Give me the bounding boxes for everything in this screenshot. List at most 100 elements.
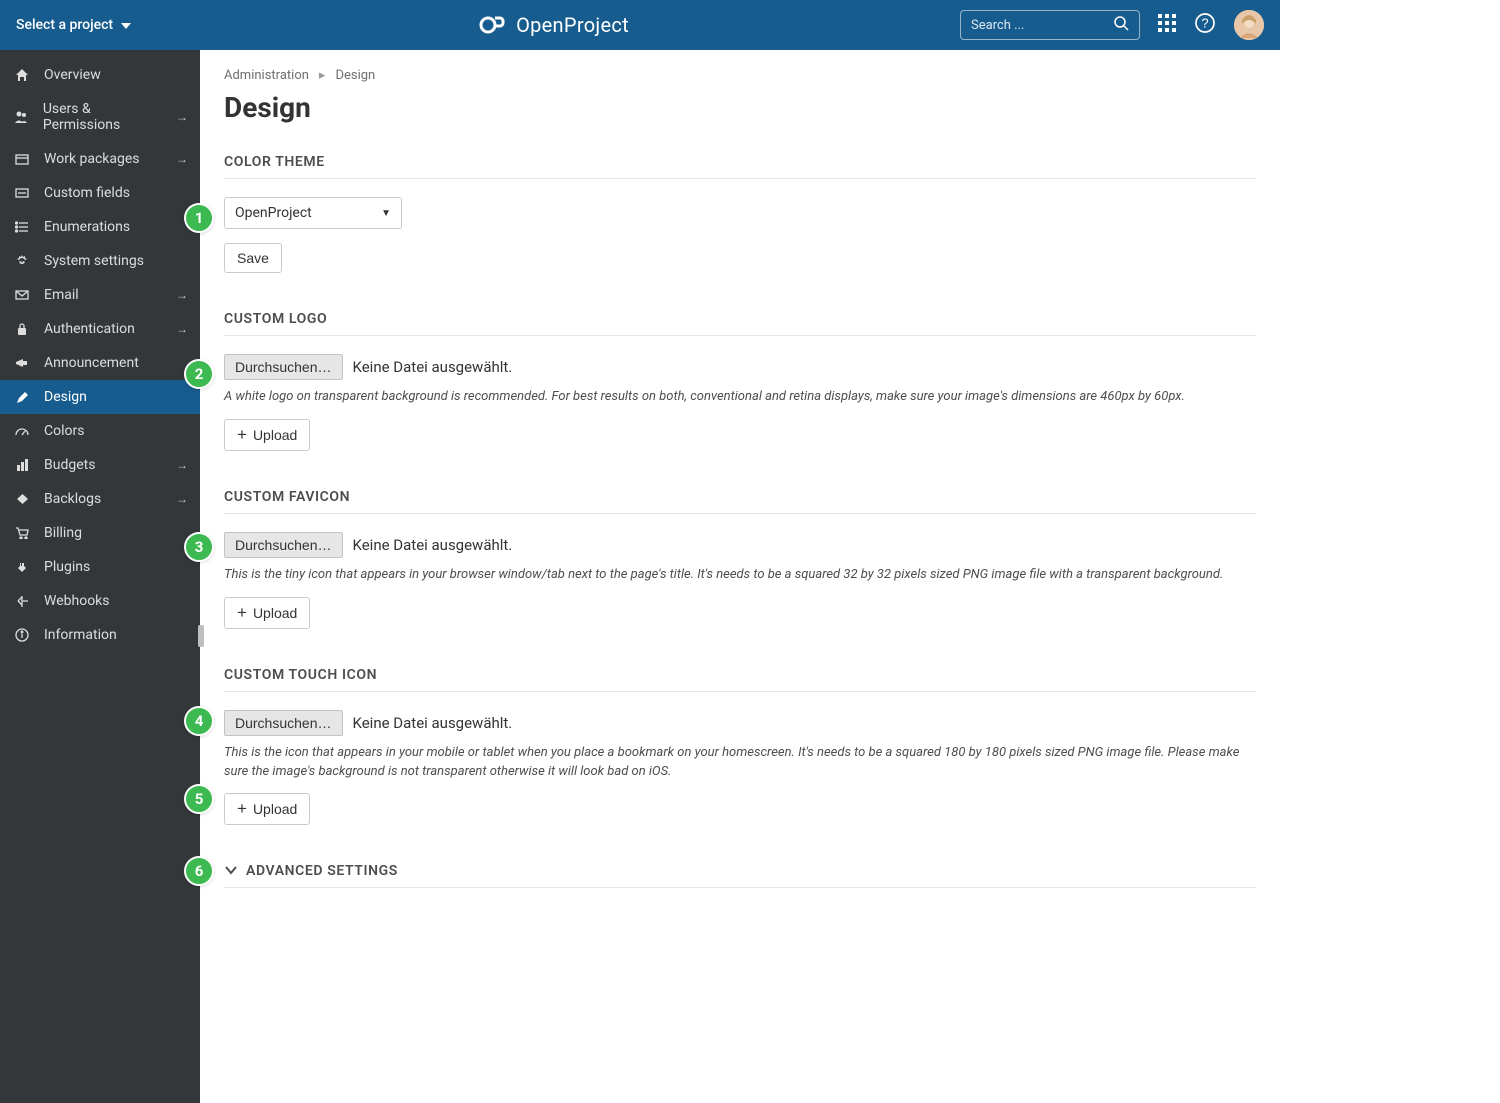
logo-text: OpenProject [516, 13, 629, 37]
sidebar-item-label: Backlogs [44, 491, 101, 507]
chevron-right-icon: → [176, 288, 188, 302]
plug-icon [12, 561, 32, 574]
upload-touch-button[interactable]: + Upload [224, 793, 310, 825]
upload-logo-button[interactable]: + Upload [224, 419, 310, 451]
sidebar-item-budgets[interactable]: Budgets → [0, 448, 200, 482]
sidebar-item-backlogs[interactable]: Backlogs → [0, 482, 200, 516]
section-color-theme-header: COLOR THEME [224, 154, 1256, 179]
search-input[interactable]: Search ... [960, 10, 1140, 40]
sidebar-item-label: Email [44, 287, 79, 303]
sidebar-item-design[interactable]: Design [0, 380, 200, 414]
sidebar-item-colors[interactable]: Colors [0, 414, 200, 448]
sidebar-item-label: Billing [44, 525, 82, 541]
project-selector[interactable]: Select a project [0, 17, 147, 33]
annotation-marker-3: 3 [184, 532, 214, 562]
file-status: Keine Datei ausgewählt. [353, 714, 513, 732]
sidebar-item-label: Work packages [44, 151, 140, 167]
mail-icon [12, 290, 32, 300]
annotation-marker-2: 2 [184, 359, 214, 389]
upload-favicon-button[interactable]: + Upload [224, 597, 310, 629]
upload-label: Upload [253, 801, 297, 817]
advanced-settings-toggle[interactable]: ADVANCED SETTINGS [224, 863, 1256, 888]
section-custom-favicon-header: CUSTOM FAVICON [224, 489, 1256, 514]
select-value: OpenProject [235, 205, 312, 221]
sidebar-item-system-settings[interactable]: System settings [0, 244, 200, 278]
sidebar-item-announcement[interactable]: Announcement [0, 346, 200, 380]
file-status: Keine Datei ausgewählt. [353, 536, 513, 554]
browse-logo-button[interactable]: Durchsuchen… [224, 354, 343, 380]
annotation-marker-6: 6 [184, 856, 214, 886]
chevron-right-icon: → [176, 322, 188, 336]
search-icon [1114, 16, 1129, 35]
sidebar-drag-handle[interactable] [198, 625, 204, 647]
chevron-right-icon: → [176, 492, 188, 506]
modules-icon[interactable] [1158, 14, 1176, 36]
gauge-icon [12, 426, 32, 436]
sidebar-item-work-packages[interactable]: Work packages → [0, 142, 200, 176]
browse-favicon-button[interactable]: Durchsuchen… [224, 532, 343, 558]
annotation-marker-4: 4 [184, 706, 214, 736]
sidebar-item-billing[interactable]: Billing [0, 516, 200, 550]
annotation-marker-1: 1 [184, 203, 214, 233]
sidebar-item-overview[interactable]: Overview [0, 58, 200, 92]
cart-icon [12, 527, 32, 539]
chevron-right-icon: → [176, 152, 188, 166]
sidebar-item-email[interactable]: Email → [0, 278, 200, 312]
logo[interactable]: OpenProject [147, 13, 960, 37]
browse-touch-button[interactable]: Durchsuchen… [224, 710, 343, 736]
openproject-logo-icon [478, 13, 506, 37]
lock-icon [12, 322, 32, 336]
helper-text: This is the icon that appears in your mo… [224, 744, 1256, 782]
sidebar-item-label: Custom fields [44, 185, 130, 201]
sidebar-item-label: Announcement [44, 355, 139, 371]
project-selector-label: Select a project [16, 17, 113, 33]
helper-text: A white logo on transparent background i… [224, 388, 1256, 407]
sidebar-item-authentication[interactable]: Authentication → [0, 312, 200, 346]
caret-down-icon [121, 17, 131, 33]
info-icon [12, 628, 32, 642]
fields-icon [12, 188, 32, 198]
sidebar-item-label: Authentication [44, 321, 135, 337]
save-button[interactable]: Save [224, 243, 282, 273]
file-status: Keine Datei ausgewählt. [353, 358, 513, 376]
color-theme-select[interactable]: OpenProject ▼ [224, 197, 402, 229]
sidebar-item-webhooks[interactable]: Webhooks [0, 584, 200, 618]
plus-icon: + [237, 799, 247, 819]
sidebar-item-label: Budgets [44, 457, 95, 473]
sidebar-item-information[interactable]: Information [0, 618, 200, 652]
sidebar-item-enumerations[interactable]: Enumerations [0, 210, 200, 244]
chevron-right-icon: → [176, 458, 188, 472]
packages-icon [12, 153, 32, 165]
sidebar-item-label: Design [44, 389, 87, 405]
breadcrumb-root[interactable]: Administration [224, 68, 309, 83]
chevron-right-icon: → [176, 110, 188, 124]
sidebar-item-plugins[interactable]: Plugins [0, 550, 200, 584]
breadcrumb-current: Design [335, 68, 375, 83]
budget-icon [12, 458, 32, 472]
caret-down-icon: ▼ [381, 208, 391, 219]
sidebar-item-label: Webhooks [44, 593, 110, 609]
chevron-down-icon [224, 863, 238, 879]
advanced-header: ADVANCED SETTINGS [246, 863, 398, 879]
page-title: Design [224, 91, 1256, 124]
sidebar: Overview Users & Permissions → Work pack… [0, 50, 200, 1103]
upload-label: Upload [253, 427, 297, 443]
sidebar-item-users[interactable]: Users & Permissions → [0, 92, 200, 142]
sidebar-item-label: System settings [44, 253, 144, 269]
helper-text: This is the tiny icon that appears in yo… [224, 566, 1256, 585]
help-icon[interactable]: ? [1194, 12, 1216, 38]
list-icon [12, 221, 32, 233]
chevron-right-icon: ▸ [319, 68, 326, 83]
sidebar-item-label: Information [44, 627, 117, 643]
sidebar-item-label: Plugins [44, 559, 90, 575]
gear-icon [12, 254, 32, 268]
svg-text:?: ? [1201, 16, 1208, 31]
avatar[interactable] [1234, 10, 1264, 40]
search-placeholder: Search ... [971, 18, 1024, 33]
sidebar-item-label: Enumerations [44, 219, 130, 235]
sidebar-item-label: Users & Permissions [43, 101, 164, 133]
pencil-icon [12, 391, 32, 404]
hooks-icon [12, 595, 32, 608]
sidebar-item-custom-fields[interactable]: Custom fields [0, 176, 200, 210]
bullhorn-icon [12, 357, 32, 369]
